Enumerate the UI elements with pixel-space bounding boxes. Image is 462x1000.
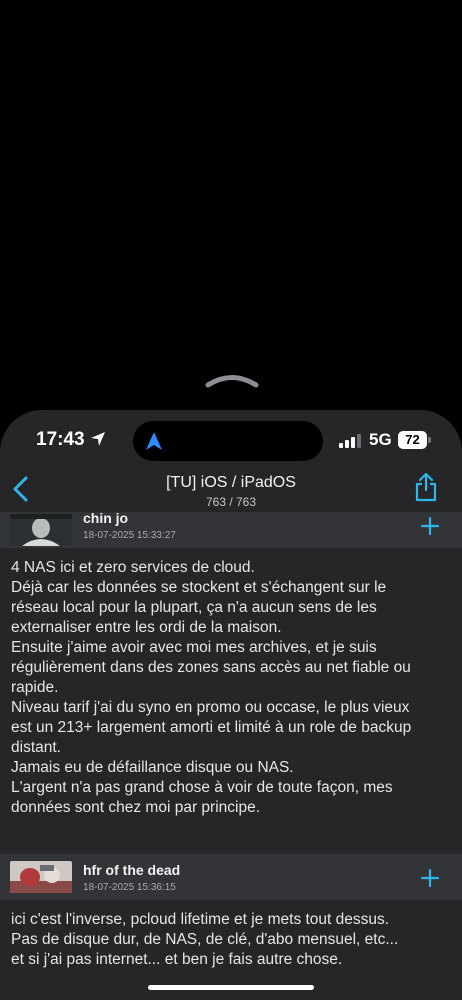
post-line: externaliser entre les ordi de la maison… xyxy=(11,619,282,636)
plus-icon[interactable] xyxy=(420,516,440,536)
avatar-image xyxy=(10,514,72,546)
post-line: Pas de disque dur, de NAS, de clé, d'abo… xyxy=(11,931,399,948)
dynamic-island[interactable] xyxy=(133,421,323,461)
topic-title: [TU] iOS / iPadOS xyxy=(166,474,296,491)
post-line: Jamais eu de défaillance disque ou NAS. xyxy=(11,759,294,776)
navigation-bar-overlay: [TU] iOS / iPadOS 763 / 763 xyxy=(0,468,462,516)
post-line: rapide. xyxy=(11,679,59,696)
post-line: est un 213+ largement amorti et limité à… xyxy=(11,719,412,736)
post-line: Ensuite j'aime avoir avec moi mes archiv… xyxy=(11,639,377,656)
battery-tip xyxy=(428,437,431,443)
cellular-signal-icon xyxy=(339,434,361,448)
post-line: et si j'ai pas internet... et ben je fai… xyxy=(11,951,343,968)
avatar[interactable] xyxy=(10,514,72,546)
network-type: 5G xyxy=(369,430,392,449)
post-line: régulièrement dans des zones sans accès … xyxy=(11,659,411,676)
post-header: hfr of the dead 18-07-2025 15:36:15 xyxy=(0,854,462,900)
post-message: ici c'est l'inverse, pcloud lifetime et … xyxy=(11,910,451,970)
home-indicator[interactable] xyxy=(148,985,314,990)
battery-level: 72 xyxy=(398,431,427,449)
post-date: 18-07-2025 15:36:15 xyxy=(83,882,176,893)
clock: 17:43 xyxy=(36,429,85,450)
avatar-image xyxy=(10,861,72,893)
post-line: 4 NAS ici et zero services de cloud. xyxy=(11,559,255,576)
post-line: réseau local pour la plupart, ça n'a auc… xyxy=(11,599,377,616)
post-line: Déjà car les données se stockent et s'éc… xyxy=(11,579,387,596)
post-line: distant. xyxy=(11,739,61,756)
battery-icon: 72 xyxy=(398,431,432,449)
page-counter[interactable]: 763 / 763 xyxy=(0,495,462,509)
chevron-up-grabber-icon[interactable] xyxy=(204,372,260,388)
status-bar: 17:43 5G 72 xyxy=(0,410,462,470)
plus-icon[interactable] xyxy=(420,868,440,888)
location-arrow-icon xyxy=(91,432,105,446)
post-message: 4 NAS ici et zero services de cloud. Déj… xyxy=(11,558,451,818)
post-line: ici c'est l'inverse, pcloud lifetime et … xyxy=(11,911,390,928)
post-line: Niveau tarif j'ai du syno en promo ou oc… xyxy=(11,699,410,716)
forum-app-card: 17:43 5G 72 [TU] iOS / iPadOS 763 / 763 xyxy=(0,410,462,1000)
post-line: données sont chez moi par principe. xyxy=(11,799,261,816)
avatar[interactable] xyxy=(10,861,72,893)
post-line: L'argent n'a pas grand chose à voir de t… xyxy=(11,779,393,796)
share-icon[interactable] xyxy=(414,472,438,502)
post-author[interactable]: hfr of the dead xyxy=(83,862,180,878)
post-date: 18-07-2025 15:33:27 xyxy=(83,530,176,541)
navigation-arrow-icon xyxy=(146,432,162,450)
app-switcher-backdrop xyxy=(0,0,462,420)
